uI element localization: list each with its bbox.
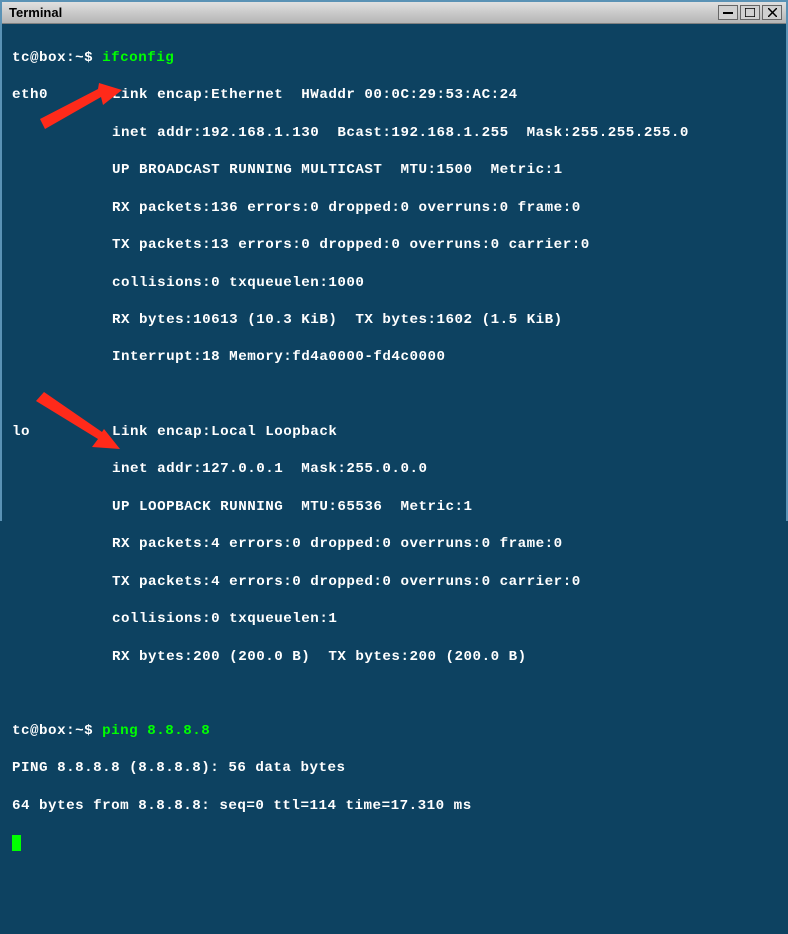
output-line: RX bytes:200 (200.0 B) TX bytes:200 (200… xyxy=(12,648,776,667)
eth0-link: Link encap:Ethernet HWaddr 00:0C:29:53:A… xyxy=(112,86,776,105)
output-line: collisions:0 txqueuelen:1000 xyxy=(12,274,776,293)
lo-inet: inet addr:127.0.0.1 Mask:255.0.0.0 xyxy=(112,460,776,479)
output-line: eth0Link encap:Ethernet HWaddr 00:0C:29:… xyxy=(12,86,776,105)
ping-reply: 64 bytes from 8.8.8.8: seq=0 ttl=114 tim… xyxy=(12,797,776,816)
blank-line xyxy=(12,685,776,703)
titlebar[interactable]: Terminal xyxy=(2,2,786,24)
prompt-prefix: tc@box:~$ xyxy=(12,723,102,739)
prompt-prefix: tc@box:~$ xyxy=(12,50,102,66)
lo-bytes: RX bytes:200 (200.0 B) TX bytes:200 (200… xyxy=(112,648,776,667)
ping-header: PING 8.8.8.8 (8.8.8.8): 56 data bytes xyxy=(12,759,776,778)
iface-lo: lo xyxy=(12,423,112,442)
lo-collisions: collisions:0 txqueuelen:1 xyxy=(112,610,776,629)
close-icon xyxy=(768,8,777,17)
eth0-rx-packets: RX packets:136 errors:0 dropped:0 overru… xyxy=(112,199,776,218)
lo-tx-packets: TX packets:4 errors:0 dropped:0 overruns… xyxy=(112,573,776,592)
eth0-collisions: collisions:0 txqueuelen:1000 xyxy=(112,274,776,293)
lo-rx-packets: RX packets:4 errors:0 dropped:0 overruns… xyxy=(112,535,776,554)
minimize-button[interactable] xyxy=(718,5,738,20)
output-line: UP BROADCAST RUNNING MULTICAST MTU:1500 … xyxy=(12,161,776,180)
output-line: UP LOOPBACK RUNNING MTU:65536 Metric:1 xyxy=(12,498,776,517)
eth0-interrupt: Interrupt:18 Memory:fd4a0000-fd4c0000 xyxy=(112,348,776,367)
window-controls xyxy=(718,5,782,20)
output-line: collisions:0 txqueuelen:1 xyxy=(12,610,776,629)
lo-link: Link encap:Local Loopback xyxy=(112,423,776,442)
output-line: inet addr:192.168.1.130 Bcast:192.168.1.… xyxy=(12,124,776,143)
close-button[interactable] xyxy=(762,5,782,20)
terminal-output[interactable]: tc@box:~$ ifconfig eth0Link encap:Ethern… xyxy=(2,24,786,934)
command-ifconfig: ifconfig xyxy=(102,50,174,66)
window-title: Terminal xyxy=(6,5,718,20)
cursor-line xyxy=(12,834,776,853)
command-ping: ping 8.8.8.8 xyxy=(102,723,210,739)
output-line: RX bytes:10613 (10.3 KiB) TX bytes:1602 … xyxy=(12,311,776,330)
output-line: inet addr:127.0.0.1 Mask:255.0.0.0 xyxy=(12,460,776,479)
eth0-bytes: RX bytes:10613 (10.3 KiB) TX bytes:1602 … xyxy=(112,311,776,330)
maximize-icon xyxy=(745,8,755,17)
prompt-line: tc@box:~$ ping 8.8.8.8 xyxy=(12,722,776,741)
eth0-tx-packets: TX packets:13 errors:0 dropped:0 overrun… xyxy=(112,236,776,255)
output-line: RX packets:136 errors:0 dropped:0 overru… xyxy=(12,199,776,218)
minimize-icon xyxy=(723,12,733,14)
eth0-inet: inet addr:192.168.1.130 Bcast:192.168.1.… xyxy=(112,124,776,143)
output-line: Interrupt:18 Memory:fd4a0000-fd4c0000 xyxy=(12,348,776,367)
iface-eth0: eth0 xyxy=(12,86,112,105)
output-line: RX packets:4 errors:0 dropped:0 overruns… xyxy=(12,535,776,554)
prompt-line: tc@box:~$ ifconfig xyxy=(12,49,776,68)
lo-flags: UP LOOPBACK RUNNING MTU:65536 Metric:1 xyxy=(112,498,776,517)
eth0-flags: UP BROADCAST RUNNING MULTICAST MTU:1500 … xyxy=(112,161,776,180)
output-line: TX packets:4 errors:0 dropped:0 overruns… xyxy=(12,573,776,592)
cursor-icon xyxy=(12,835,21,851)
blank-line xyxy=(12,386,776,404)
output-line: loLink encap:Local Loopback xyxy=(12,423,776,442)
output-line: TX packets:13 errors:0 dropped:0 overrun… xyxy=(12,236,776,255)
maximize-button[interactable] xyxy=(740,5,760,20)
